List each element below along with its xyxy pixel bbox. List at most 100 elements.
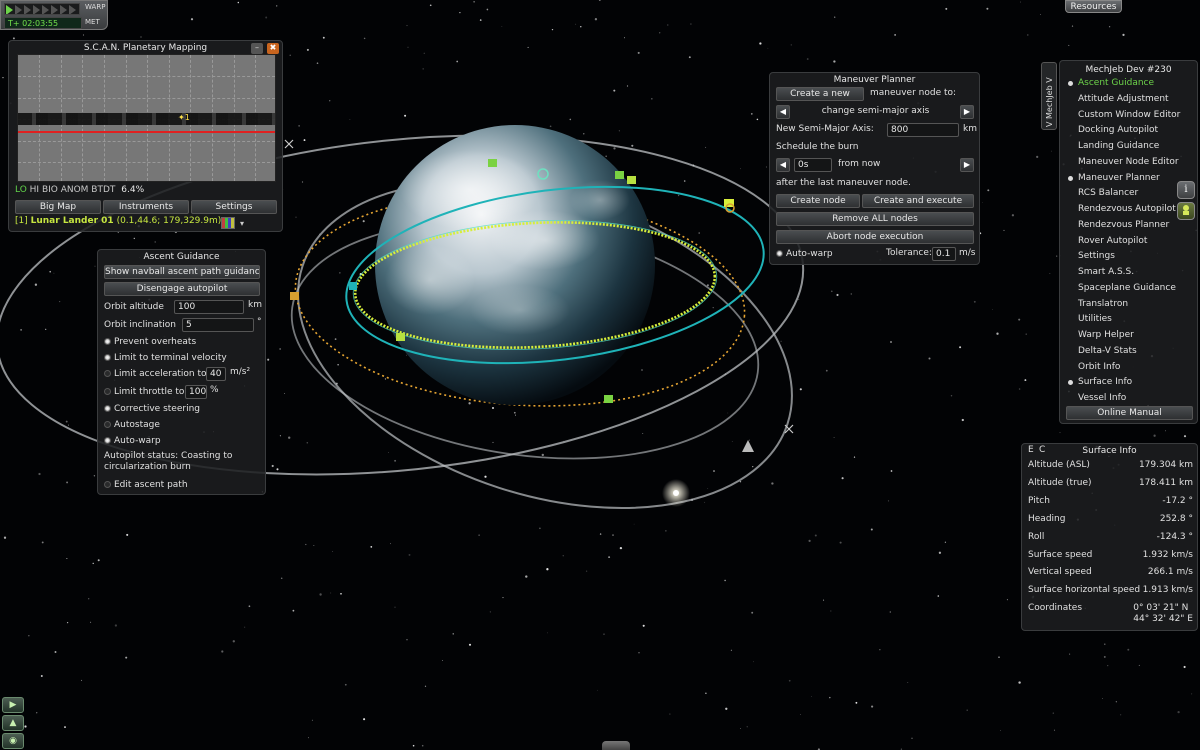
burn-time-input[interactable]: 0s: [794, 158, 832, 172]
toggle-indicator-icon: [1068, 223, 1073, 228]
mechjeb-module-toggle[interactable]: Orbit Info: [1068, 360, 1120, 376]
mechjeb-module-toggle[interactable]: Smart A.S.S.: [1068, 265, 1134, 281]
next-operation-button[interactable]: ▶: [960, 105, 974, 119]
stage-icon[interactable]: ▶: [2, 697, 24, 713]
big-map-button[interactable]: Big Map: [15, 200, 101, 214]
limit-throttle-input[interactable]: 100: [185, 385, 207, 399]
corrective-steering-toggle[interactable]: Corrective steering: [104, 401, 200, 417]
create-and-execute-button[interactable]: Create and execute: [862, 194, 974, 208]
info-icon[interactable]: i: [1177, 181, 1195, 199]
mechjeb-module-toggle[interactable]: Settings: [1068, 249, 1115, 265]
abort-node-execution-button[interactable]: Abort node execution: [776, 230, 974, 244]
mechjeb-tab[interactable]: V MechJeb V: [1041, 62, 1057, 130]
mechjeb-module-toggle[interactable]: Rendezvous Autopilot: [1068, 202, 1176, 218]
limit-throttle-toggle[interactable]: Limit throttle to: [104, 384, 184, 400]
orbit-inclination-input[interactable]: 5: [182, 318, 254, 332]
operation-selector[interactable]: change semi-major axis: [792, 106, 959, 116]
star: [677, 194, 680, 197]
bottom-panel-tab[interactable]: [602, 741, 630, 750]
maneuver-autowarp-toggle[interactable]: Auto-warp: [776, 246, 833, 262]
mechjeb-module-toggle[interactable]: Rover Autopilot: [1068, 234, 1147, 250]
autowarp-toggle[interactable]: Auto-warp: [104, 433, 161, 449]
create-new-button[interactable]: Create a new: [776, 87, 864, 101]
scan-small-map[interactable]: ✦1: [17, 54, 276, 182]
star: [280, 577, 283, 580]
mechjeb-module-toggle[interactable]: Attitude Adjustment: [1068, 92, 1169, 108]
chevron-down-icon[interactable]: ▾: [240, 219, 244, 228]
create-node-button[interactable]: Create node: [776, 194, 860, 208]
star: [637, 51, 640, 54]
met-toggle-button[interactable]: MET: [85, 18, 100, 26]
star: [724, 579, 726, 582]
sma-input[interactable]: 800: [887, 123, 959, 137]
mechjeb-module-toggle[interactable]: Custom Window Editor: [1068, 108, 1180, 124]
warp-arrow-icon[interactable]: [51, 5, 58, 14]
star: [289, 54, 291, 56]
star: [798, 298, 800, 300]
mechjeb-module-toggle[interactable]: Delta-V Stats: [1068, 344, 1137, 360]
legend-types[interactable]: HI BIO ANOM BTDT: [30, 185, 116, 195]
legend-lo[interactable]: LO: [15, 185, 27, 195]
ship-icon[interactable]: ▲: [2, 715, 24, 731]
mechjeb-module-toggle[interactable]: Maneuver Node Editor: [1068, 155, 1179, 171]
edit-ascent-path-toggle[interactable]: Edit ascent path: [104, 477, 188, 493]
mechjeb-module-toggle[interactable]: Rendezvous Planner: [1068, 218, 1169, 234]
star: [750, 113, 753, 115]
vessel-map-marker[interactable]: ✦1: [178, 113, 190, 122]
star: [429, 4, 432, 7]
checkbox-icon: [104, 437, 111, 444]
mechjeb-module-toggle[interactable]: Ascent Guidance: [1068, 76, 1154, 92]
star: [468, 643, 472, 646]
mechjeb-module-toggle[interactable]: Landing Guidance: [1068, 139, 1159, 155]
limit-acceleration-toggle[interactable]: Limit acceleration to: [104, 366, 207, 382]
warp-arrow-icon[interactable]: [33, 5, 40, 14]
from-now-label[interactable]: from now: [838, 159, 880, 169]
mechjeb-module-toggle[interactable]: Spaceplane Guidance: [1068, 281, 1176, 297]
kerbal-icon[interactable]: [1177, 202, 1195, 220]
tab-c[interactable]: C: [1039, 445, 1045, 455]
mechjeb-module-toggle[interactable]: Utilities: [1068, 312, 1112, 328]
throttle-unit: %: [210, 385, 219, 395]
warp-arrow-icon[interactable]: [24, 5, 31, 14]
online-manual-button[interactable]: Online Manual: [1066, 406, 1193, 420]
disengage-autopilot-button[interactable]: Disengage autopilot: [104, 282, 260, 296]
limit-acceleration-input[interactable]: 40: [206, 367, 226, 381]
maneuver-planner-window: Maneuver Planner Create a new maneuver n…: [769, 72, 980, 265]
prev-operation-button[interactable]: ◀: [776, 105, 790, 119]
remove-all-nodes-button[interactable]: Remove ALL nodes: [776, 212, 974, 226]
warp-arrow-icon[interactable]: [69, 5, 76, 14]
map-view-icon[interactable]: ◉: [2, 733, 24, 749]
prev-timing-button[interactable]: ◀: [776, 158, 790, 172]
warp-arrow-icon[interactable]: [60, 5, 67, 14]
star: [390, 543, 391, 545]
autostage-toggle[interactable]: Autostage: [104, 417, 160, 433]
resources-button[interactable]: Resources: [1065, 0, 1122, 13]
warp-arrow-icon[interactable]: [15, 5, 22, 14]
mechjeb-module-toggle[interactable]: Translatron: [1068, 297, 1128, 313]
mechjeb-module-toggle[interactable]: Maneuver Planner: [1068, 171, 1160, 187]
warp-rate-selector[interactable]: [4, 3, 80, 15]
star: [65, 420, 68, 423]
show-navball-guidance-button[interactable]: Show navball ascent path guidance: [104, 265, 260, 279]
mechjeb-module-toggle[interactable]: Vessel Info: [1068, 391, 1126, 407]
warp-arrow-icon[interactable]: [6, 5, 13, 14]
orbit-altitude-input[interactable]: 100: [174, 300, 244, 314]
minimize-button[interactable]: –: [251, 43, 263, 54]
settings-button[interactable]: Settings: [191, 200, 277, 214]
next-timing-button[interactable]: ▶: [960, 158, 974, 172]
limit-terminal-velocity-toggle[interactable]: Limit to terminal velocity: [104, 350, 227, 366]
star: [871, 705, 874, 708]
mechjeb-module-toggle[interactable]: Warp Helper: [1068, 328, 1134, 344]
tab-e[interactable]: E: [1028, 445, 1034, 455]
tolerance-input[interactable]: 0.1: [932, 247, 956, 261]
star: [301, 181, 304, 183]
sma-unit: km: [963, 124, 977, 134]
mechjeb-module-toggle[interactable]: Docking Autopilot: [1068, 123, 1158, 139]
close-button[interactable]: ✖: [267, 43, 279, 54]
instruments-button[interactable]: Instruments: [103, 200, 189, 214]
mechjeb-module-toggle[interactable]: Surface Info: [1068, 375, 1132, 391]
mechjeb-module-toggle[interactable]: RCS Balancer: [1068, 186, 1138, 202]
prevent-overheats-toggle[interactable]: Prevent overheats: [104, 334, 196, 350]
warp-arrow-icon[interactable]: [42, 5, 49, 14]
scan-color-icon[interactable]: [221, 217, 235, 229]
